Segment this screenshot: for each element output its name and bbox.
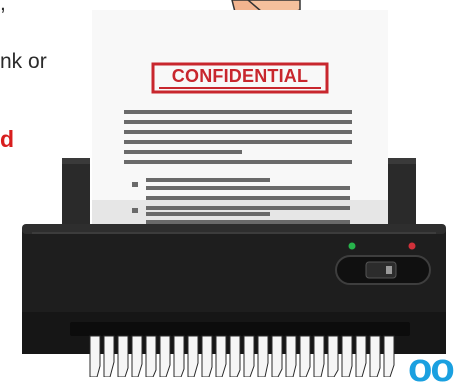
brand-logo-fragment: oo — [408, 346, 455, 390]
red-led-icon — [408, 242, 416, 250]
confidential-stamp: CONFIDENTIAL — [171, 66, 309, 86]
shredder-illustration — [22, 0, 446, 377]
confidential-document — [92, 10, 388, 228]
green-led-icon — [348, 242, 356, 250]
shredder-body — [22, 224, 446, 354]
shredder-slot — [70, 322, 410, 336]
